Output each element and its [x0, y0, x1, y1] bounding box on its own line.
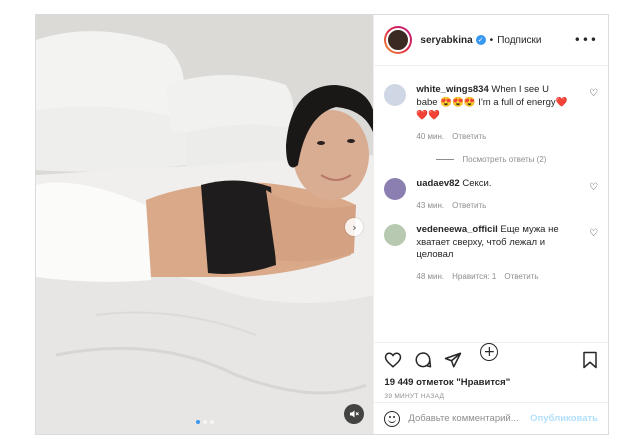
- commenter-avatar[interactable]: [384, 223, 407, 246]
- commenter-avatar[interactable]: [384, 84, 407, 106]
- reply-button[interactable]: Ответить: [504, 272, 538, 283]
- comment-meta: 43 мин. Ответить: [416, 201, 571, 212]
- commenter-username[interactable]: vedeneewa_officil: [416, 224, 497, 235]
- post-header: seryabkina ✓ • Подписки •••: [374, 15, 608, 66]
- more-horizontal-icon[interactable]: •••: [574, 33, 598, 47]
- comment-icon[interactable]: [414, 351, 432, 369]
- comment-item: uadaev82 Секси. 43 мин. Ответить ♡: [384, 178, 598, 212]
- comment-meta: 40 мин. Ответить: [416, 132, 571, 143]
- post-time[interactable]: 39 МИНУТ НАЗАД: [384, 393, 598, 400]
- comments-list: white_wings834 When I see U babe 😍😍😍 I'm…: [374, 66, 608, 361]
- comment-item: white_wings834 When I see U babe 😍😍😍 I'm…: [384, 84, 598, 143]
- reply-button[interactable]: Ответить: [452, 201, 486, 212]
- comment-item: vedeneewa_officil Еще мужа не хватает св…: [384, 223, 598, 283]
- commenter-username[interactable]: uadaev82: [416, 178, 459, 189]
- author-username[interactable]: seryabkina: [420, 35, 472, 46]
- comment-body: vedeneewa_officil Еще мужа не хватает св…: [416, 224, 571, 283]
- likes-count[interactable]: 19 449 отметок "Нравится": [384, 377, 598, 388]
- action-icons: [384, 349, 598, 371]
- comment-body: uadaev82 Секси. 43 мин. Ответить: [416, 178, 571, 212]
- avatar: [386, 28, 411, 52]
- comment-likes[interactable]: Нравится: 1: [452, 272, 496, 283]
- comment-body: white_wings834 When I see U babe 😍😍😍 I'm…: [416, 84, 571, 143]
- bookmark-icon[interactable]: [582, 351, 598, 369]
- post-dialog: › seryabkina ✓ • Подписки ••• white_wing…: [35, 14, 609, 435]
- post-panel: seryabkina ✓ • Подписки ••• white_wings8…: [373, 15, 608, 434]
- author-avatar[interactable]: [384, 26, 413, 54]
- separator-dot: •: [489, 34, 494, 46]
- view-replies[interactable]: Посмотреть ответы (2): [436, 155, 596, 164]
- post-media[interactable]: ›: [36, 15, 374, 434]
- like-comment-icon[interactable]: ♡: [589, 228, 598, 239]
- share-icon[interactable]: [444, 351, 462, 369]
- comment-time[interactable]: 43 мин.: [416, 201, 444, 212]
- verified-icon: ✓: [475, 35, 486, 45]
- commenter-username[interactable]: white_wings834: [416, 84, 488, 95]
- commenter-avatar[interactable]: [384, 178, 407, 201]
- reply-button[interactable]: Ответить: [452, 132, 486, 143]
- comment-time[interactable]: 40 мин.: [416, 132, 444, 143]
- comment-time[interactable]: 48 мин.: [416, 272, 444, 283]
- mute-icon: [350, 410, 360, 418]
- heart-icon[interactable]: [384, 351, 402, 369]
- like-comment-icon[interactable]: ♡: [589, 182, 598, 193]
- carousel-dot: [196, 420, 200, 424]
- carousel-dot: [210, 420, 214, 424]
- like-comment-icon[interactable]: ♡: [589, 88, 598, 99]
- replies-divider: [436, 159, 455, 161]
- publish-button[interactable]: Опубликовать: [530, 413, 598, 424]
- emoji-icon[interactable]: [384, 410, 401, 427]
- post-photo: [36, 15, 374, 434]
- comment-input[interactable]: Добавьте комментарий...: [408, 413, 530, 424]
- comment-text: Секси.: [459, 178, 492, 190]
- following-button[interactable]: Подписки: [497, 35, 541, 46]
- post-actions: 19 449 отметок "Нравится" 39 МИНУТ НАЗАД: [374, 342, 608, 402]
- comment-meta: 48 мин. Нравится: 1 Ответить: [416, 272, 571, 283]
- view-replies-label[interactable]: Посмотреть ответы (2): [462, 155, 546, 164]
- add-comment-bar: Добавьте комментарий... Опубликовать: [374, 402, 608, 434]
- carousel-dot: [203, 420, 207, 424]
- carousel-dots: [196, 420, 214, 424]
